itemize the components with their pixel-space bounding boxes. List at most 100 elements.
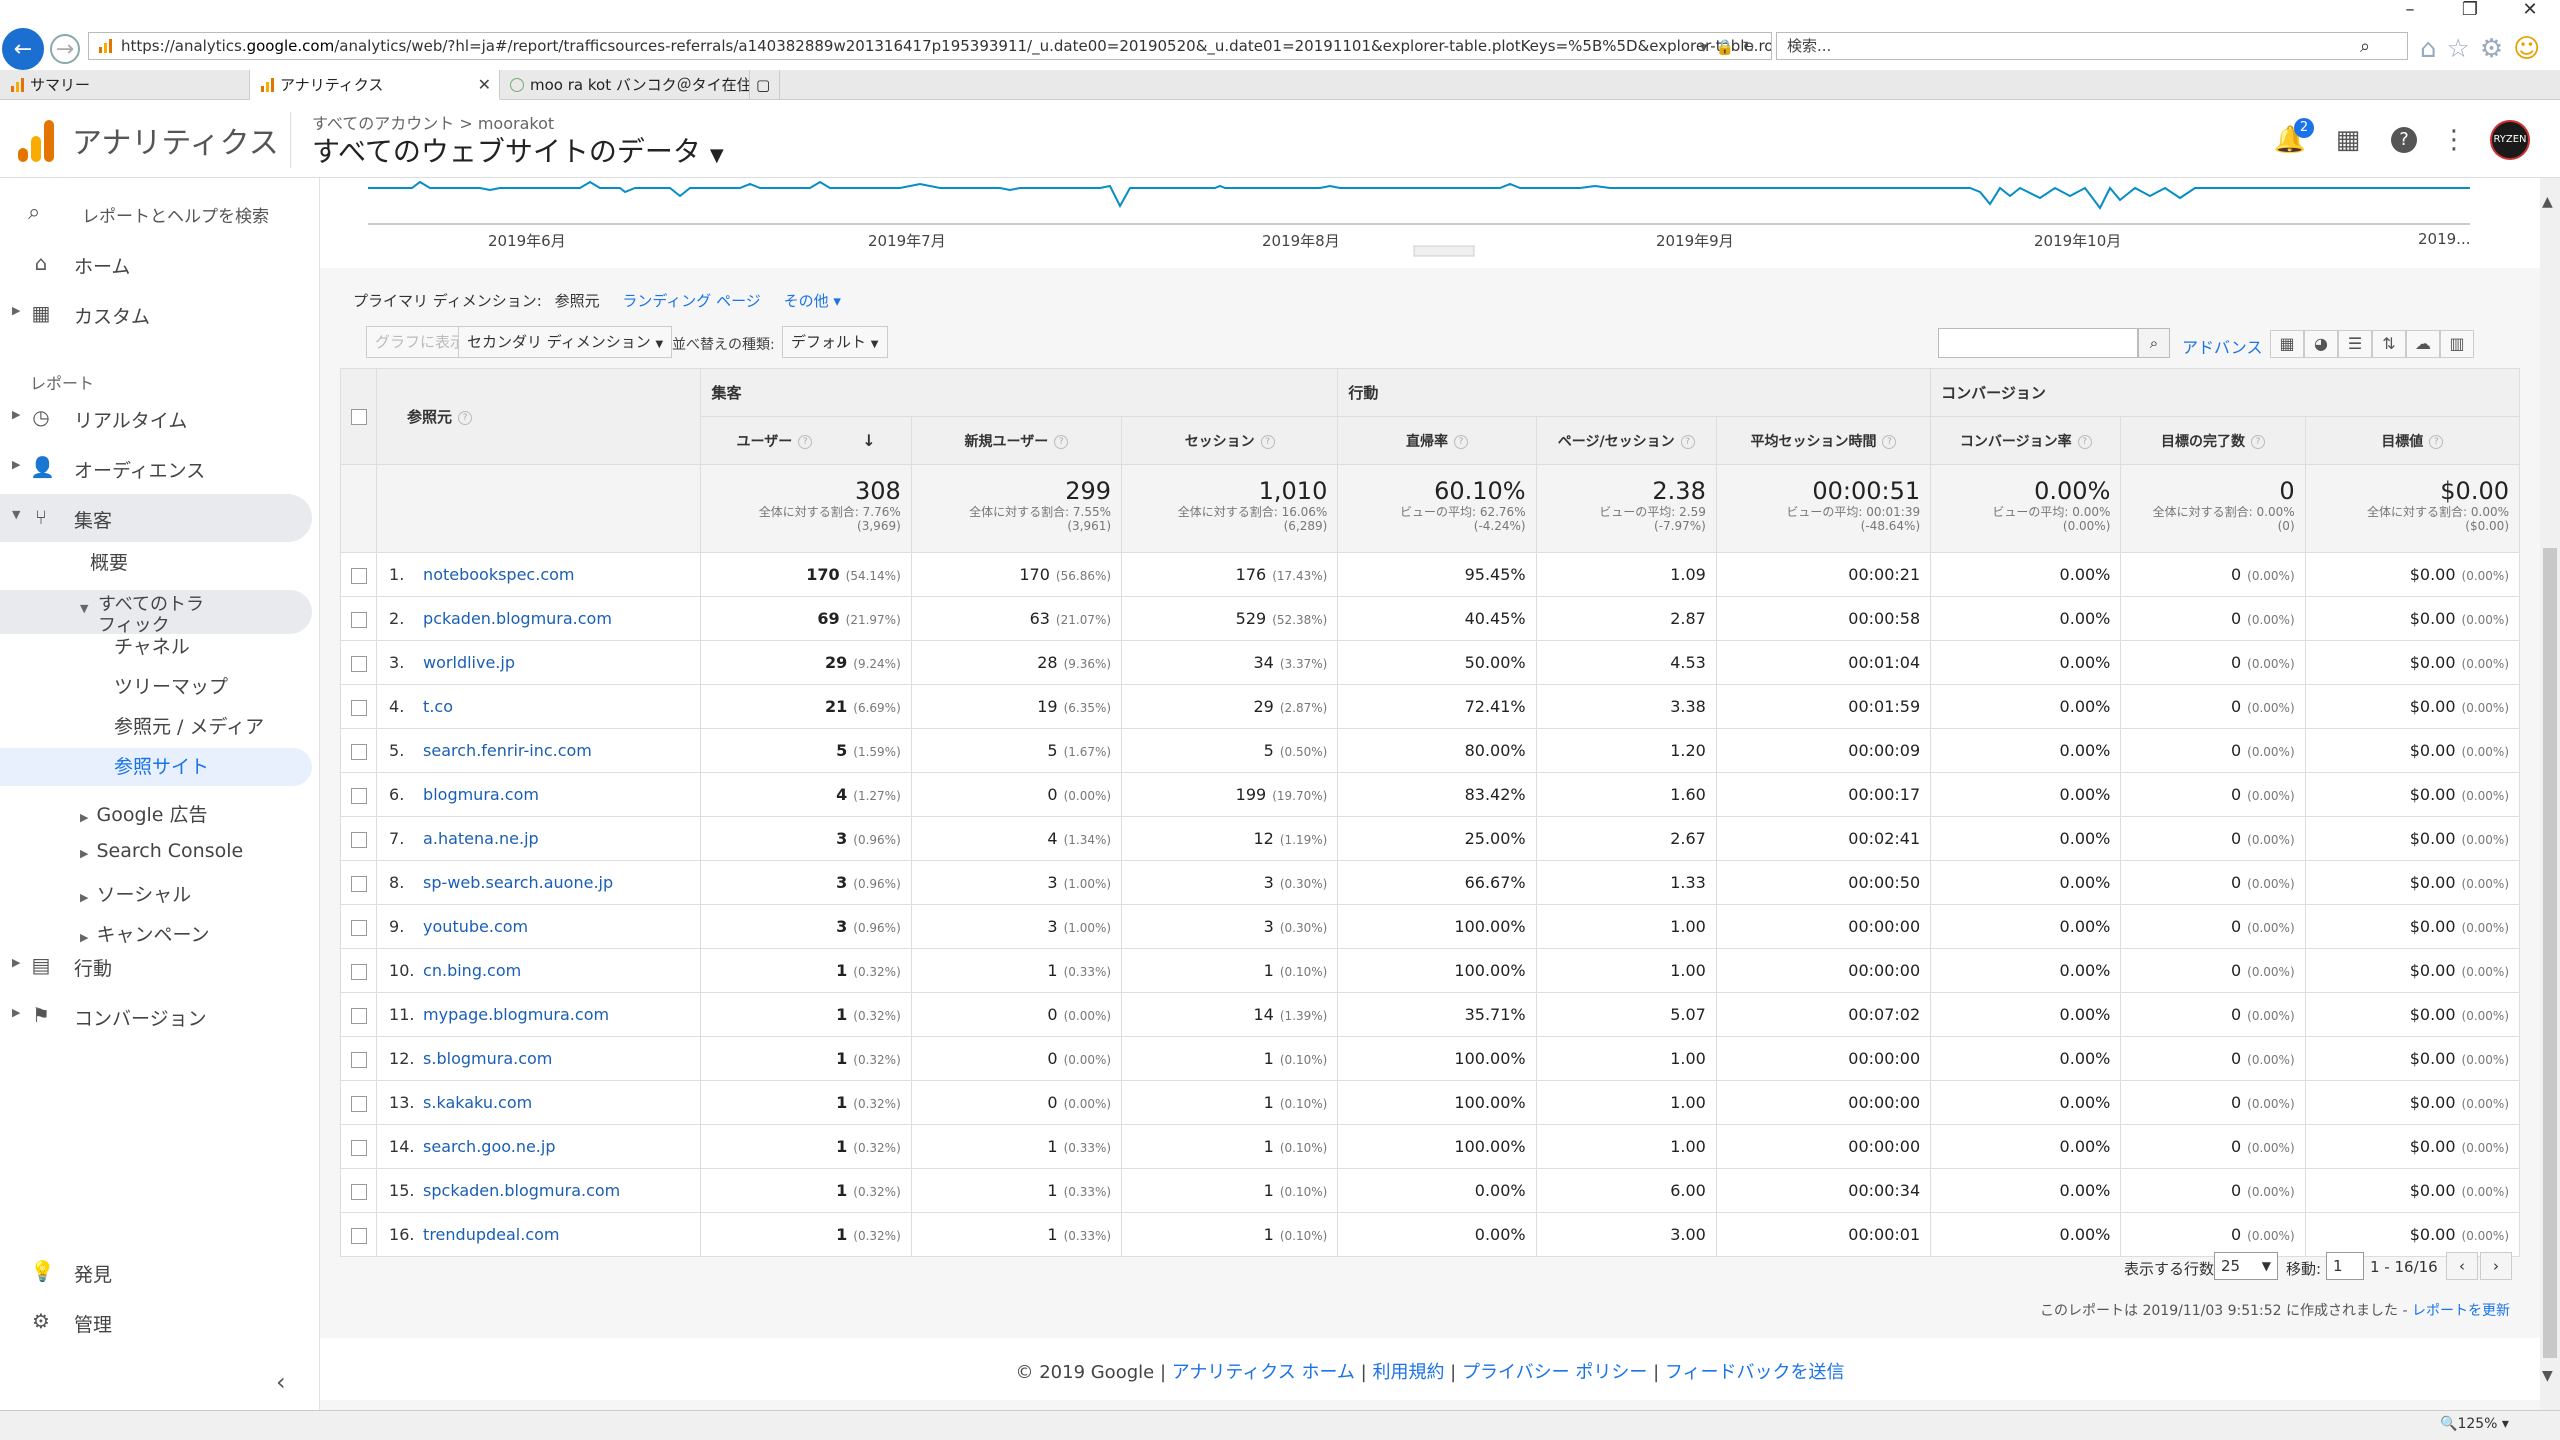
avatar[interactable]: RYZEN xyxy=(2490,120,2530,160)
col-users-header[interactable]: ユーザー? ↓ xyxy=(700,416,912,465)
page-scrollbar[interactable]: ▲ ▼ xyxy=(2540,178,2560,1410)
refresh-report-link[interactable]: レポートを更新 xyxy=(2412,1303,2510,1319)
sidebar-item-realtime[interactable]: ▶ ◷ リアルタイム xyxy=(0,394,312,442)
source-link[interactable]: mypage.blogmura.com xyxy=(423,1005,609,1024)
source-link[interactable]: s.blogmura.com xyxy=(423,1049,552,1068)
sidebar-item-all-traffic[interactable]: ▼ すべてのトラ フィック xyxy=(0,590,312,636)
restore-icon[interactable]: ❐ xyxy=(2446,0,2494,20)
col-conversion-rate-header[interactable]: コンバージョン率? xyxy=(1930,416,2122,465)
row-checkbox[interactable] xyxy=(350,743,367,760)
footer-link-terms[interactable]: 利用規約 xyxy=(1372,1362,1444,1383)
source-link[interactable]: search.goo.ne.jp xyxy=(423,1137,555,1156)
sidebar-item-referrals[interactable]: 参照サイト xyxy=(0,748,312,786)
source-link[interactable]: worldlive.jp xyxy=(423,653,515,672)
col-pages-per-session-header[interactable]: ページ/セッション? xyxy=(1535,416,1717,465)
source-link[interactable]: pckaden.blogmura.com xyxy=(423,609,612,628)
sidebar-item-behavior[interactable]: ▶ ▤ 行動 xyxy=(0,942,312,990)
view-performance-button[interactable]: ☰ xyxy=(2338,330,2372,358)
col-goal-completions-header[interactable]: 目標の完了数? xyxy=(2120,416,2306,465)
new-tab-button[interactable]: ▢ xyxy=(750,70,780,100)
col-sessions-header[interactable]: セッション? xyxy=(1121,416,1339,465)
close-window-icon[interactable]: ✕ xyxy=(2506,0,2554,20)
source-link[interactable]: blogmura.com xyxy=(423,785,539,804)
view-table-button[interactable]: ▦ xyxy=(2270,330,2304,358)
table-filter-input[interactable] xyxy=(1938,328,2138,358)
source-link[interactable]: t.co xyxy=(423,697,453,716)
sidebar-item-admin[interactable]: ⚙ 管理 xyxy=(0,1298,312,1346)
secondary-dimension-dropdown[interactable]: セカンダリ ディメンション ▼ xyxy=(458,326,673,358)
browser-tab[interactable]: サマリー xyxy=(0,70,250,100)
col-avg-session-duration-header[interactable]: 平均セッション時間? xyxy=(1715,416,1932,465)
row-checkbox[interactable] xyxy=(350,787,367,804)
lock-icon[interactable]: 🔒 xyxy=(1716,38,1743,56)
browser-tab[interactable]: moo ra kot バンコク＠タイ在住／... xyxy=(500,70,750,100)
more-menu-button[interactable]: ⋮ xyxy=(2436,122,2472,158)
browser-search-button[interactable]: ⌕ xyxy=(2360,36,2370,57)
row-checkbox[interactable] xyxy=(350,1183,367,1200)
forward-button[interactable]: → xyxy=(50,34,80,64)
sidebar-search[interactable]: ⌕ レポートとヘルプを検索 xyxy=(0,192,320,232)
minimize-icon[interactable]: – xyxy=(2386,0,2434,20)
row-checkbox[interactable] xyxy=(350,1227,367,1244)
source-link[interactable]: cn.bing.com xyxy=(423,961,521,980)
footer-link-feedback[interactable]: フィードバックを送信 xyxy=(1665,1362,1845,1383)
view-comparison-button[interactable]: ⇅ xyxy=(2372,330,2406,358)
row-checkbox[interactable] xyxy=(350,831,367,848)
row-checkbox[interactable] xyxy=(350,875,367,892)
rows-per-page-select[interactable]: 25 ▼ xyxy=(2214,1252,2278,1280)
col-goal-value-header[interactable]: 目標値? xyxy=(2304,416,2521,465)
prev-page-button[interactable]: ‹ xyxy=(2446,1252,2478,1280)
scroll-up-icon[interactable]: ▲ xyxy=(2542,194,2553,210)
col-bounce-rate-header[interactable]: 直帰率? xyxy=(1337,416,1537,465)
browser-search-input[interactable]: 検索... xyxy=(1776,32,2408,60)
collapse-sidebar-button[interactable]: ‹ xyxy=(276,1368,286,1396)
footer-link-analytics-home[interactable]: アナリティクス ホーム xyxy=(1172,1362,1355,1383)
source-link[interactable]: a.hatena.ne.jp xyxy=(423,829,539,848)
back-button[interactable]: ← xyxy=(2,28,44,70)
source-link[interactable]: trendupdeal.com xyxy=(423,1225,559,1244)
row-checkbox[interactable] xyxy=(350,963,367,980)
close-tab-icon[interactable]: ✕ xyxy=(478,70,491,99)
row-checkbox[interactable] xyxy=(350,1051,367,1068)
next-page-button[interactable]: › xyxy=(2480,1252,2512,1280)
home-icon[interactable]: ⌂ xyxy=(2420,34,2447,64)
source-link[interactable]: notebookspec.com xyxy=(423,565,574,584)
view-pivot-button[interactable]: ▥ xyxy=(2440,330,2474,358)
row-checkbox[interactable] xyxy=(350,1095,367,1112)
view-selector[interactable]: すべてのウェブサイトのデータ ▼ xyxy=(312,130,724,170)
row-checkbox[interactable] xyxy=(350,655,367,672)
footer-link-privacy[interactable]: プライバシー ポリシー xyxy=(1462,1362,1647,1383)
scroll-down-icon[interactable]: ▼ xyxy=(2542,1368,2553,1384)
dropdown-icon[interactable]: ▾ xyxy=(1700,38,1716,56)
row-checkbox[interactable] xyxy=(350,567,367,584)
refresh-icon[interactable]: ↻ xyxy=(1742,38,1763,56)
row-checkbox[interactable] xyxy=(350,699,367,716)
url-field[interactable]: https://analytics.google.com/analytics/w… xyxy=(88,32,1772,60)
browser-tab-active[interactable]: アナリティクス ✕ xyxy=(250,70,500,100)
sidebar-item-search-console[interactable]: ▶ Search Console xyxy=(0,840,312,862)
sidebar-item-google-ads[interactable]: ▶ Google 広告 xyxy=(0,800,312,827)
sidebar-item-discover[interactable]: 💡 発見 xyxy=(0,1248,312,1296)
sidebar-item-acquisition[interactable]: ▼ ⑂ 集客 xyxy=(0,494,312,542)
select-all-checkbox[interactable] xyxy=(350,409,367,425)
sidebar-item-custom[interactable]: ▶ ▦ カスタム xyxy=(0,290,312,338)
zoom-level[interactable]: 🔍125% ▾ xyxy=(2440,1416,2509,1432)
source-link[interactable]: spckaden.blogmura.com xyxy=(423,1181,620,1200)
row-checkbox[interactable] xyxy=(350,1007,367,1024)
sidebar-item-source-medium[interactable]: 参照元 / メディア xyxy=(0,712,312,739)
favorites-star-icon[interactable]: ☆ xyxy=(2447,34,2480,64)
sidebar-item-channels[interactable]: チャネル xyxy=(0,632,312,659)
settings-gear-icon[interactable]: ⚙ xyxy=(2480,34,2513,64)
view-pie-button[interactable]: ◕ xyxy=(2304,330,2338,358)
sidebar-item-treemap[interactable]: ツリーマップ xyxy=(0,672,312,699)
sidebar-item-audience[interactable]: ▶ 👤 オーディエンス xyxy=(0,444,312,492)
smiley-icon[interactable]: ☺ xyxy=(2513,34,2550,64)
apps-button[interactable]: ▦ xyxy=(2330,122,2366,158)
goto-page-input[interactable]: 1 xyxy=(2326,1252,2364,1280)
col-new-users-header[interactable]: 新規ユーザー? xyxy=(910,416,1123,465)
other-dimensions-link[interactable]: その他 ▾ xyxy=(784,292,841,310)
chart-resize-handle[interactable] xyxy=(1413,245,1475,257)
table-filter-button[interactable]: ⌕ xyxy=(2138,328,2170,358)
source-link[interactable]: s.kakaku.com xyxy=(423,1093,532,1112)
advanced-filter-link[interactable]: アドバンス xyxy=(2182,334,2262,358)
